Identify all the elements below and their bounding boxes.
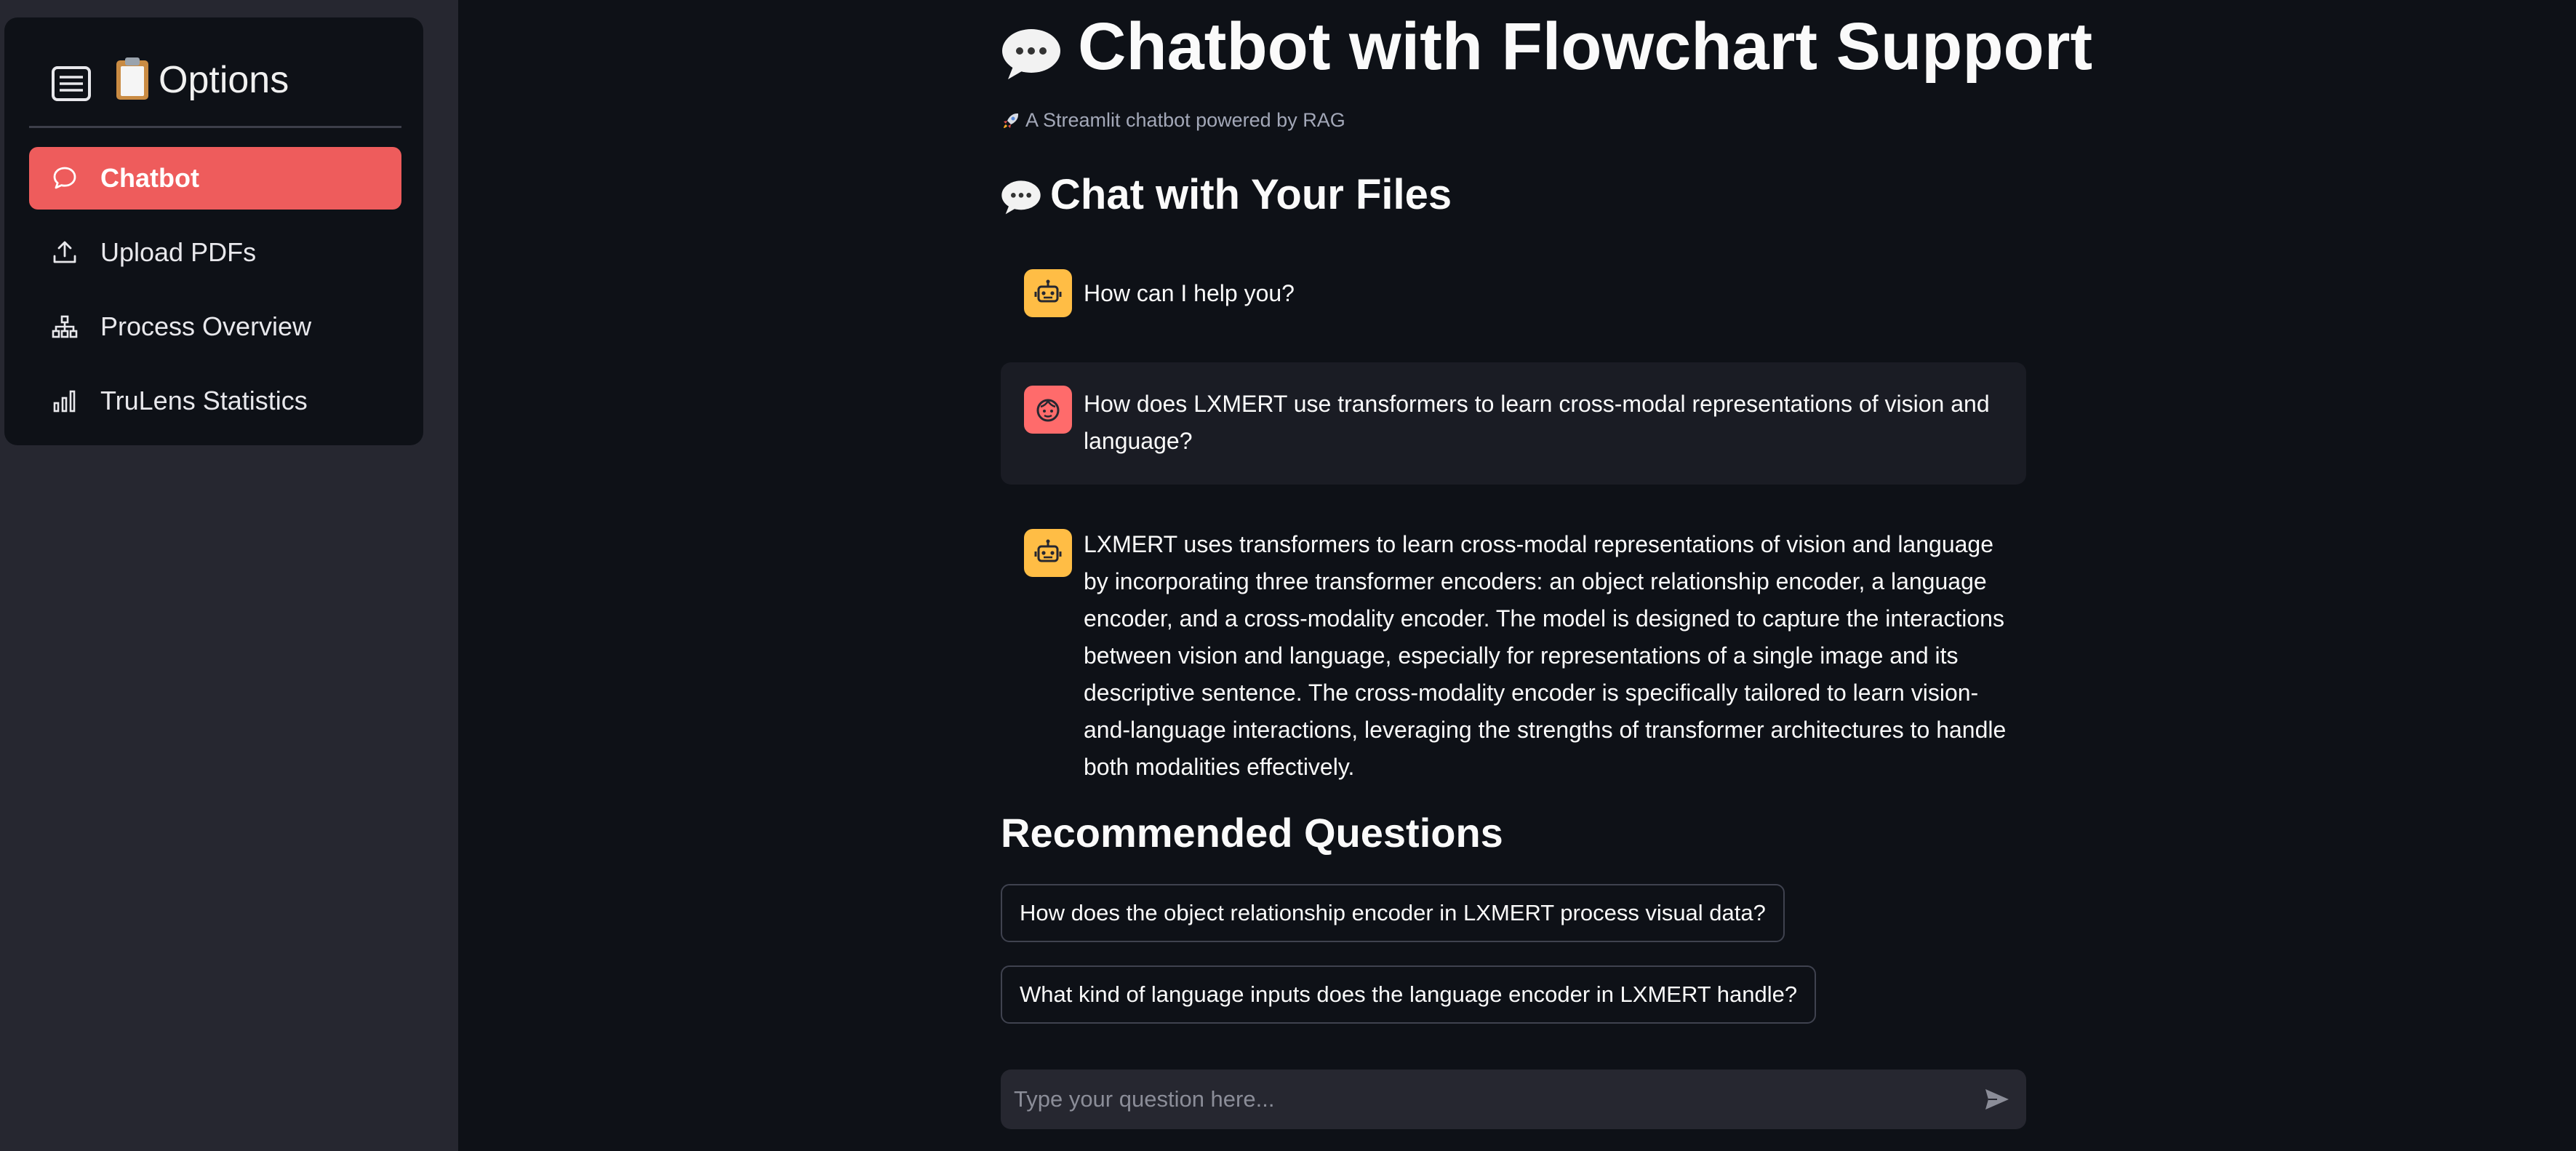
message-text: How can I help you? — [1084, 280, 1295, 306]
question-input[interactable] — [1001, 1070, 1968, 1129]
send-button[interactable] — [1968, 1070, 2026, 1129]
sidebar-item-label: Upload PDFs — [100, 237, 257, 267]
bot-avatar-icon — [1024, 529, 1072, 577]
bar-chart-icon — [53, 390, 76, 413]
subtitle: A Streamlit chatbot powered by RAG — [1001, 109, 1345, 132]
chat-message-assistant: How can I help you? — [1001, 269, 2026, 317]
chat-bubble-icon — [53, 167, 76, 189]
chat-input-bar — [1001, 1070, 2026, 1129]
menu-title: Options — [116, 57, 289, 102]
bot-avatar-icon — [1024, 269, 1072, 317]
upload-icon — [53, 241, 76, 263]
speech-balloon-icon — [1001, 20, 1062, 79]
sidebar-item-label: Process Overview — [100, 311, 312, 341]
list-icon — [52, 66, 91, 101]
chat-message-user: How does LXMERT use transformers to lear… — [1001, 362, 2026, 485]
page-title: Chatbot with Flowchart Support — [1001, 9, 2092, 85]
menu-title-text: Options — [159, 59, 289, 101]
user-avatar-icon — [1024, 386, 1072, 434]
recommended-question-button[interactable]: What kind of language inputs does the la… — [1001, 965, 1817, 1024]
send-icon — [1985, 1089, 2009, 1110]
rocket-icon — [1004, 113, 1018, 128]
message-text: How does LXMERT use transformers to lear… — [1084, 391, 1990, 454]
main-area: Chatbot with Flowchart Support A Streaml… — [458, 0, 2576, 1151]
menu-items: Chatbot Upload PDFs Process Overview Tru… — [29, 147, 401, 444]
sidebar-item-label: Chatbot — [100, 163, 199, 193]
menu-header: Options — [29, 44, 401, 128]
recommended-questions-title: Recommended Questions — [1001, 810, 1503, 856]
message-text: LXMERT uses transformers to learn cross-… — [1084, 531, 2007, 780]
options-menu: Options Chatbot Upload PDFs Process Over… — [4, 17, 423, 445]
diagram-icon — [52, 315, 78, 338]
sidebar-item-process-overview[interactable]: Process Overview — [29, 295, 401, 358]
clipboard-icon — [116, 57, 148, 100]
sidebar-item-trulens-statistics[interactable]: TruLens Statistics — [29, 370, 401, 432]
section-title-text: Chat with Your Files — [1050, 171, 1452, 218]
sidebar: Options Chatbot Upload PDFs Process Over… — [0, 0, 458, 1151]
sidebar-item-chatbot[interactable]: Chatbot — [29, 147, 401, 210]
subtitle-text: A Streamlit chatbot powered by RAG — [1025, 109, 1345, 131]
sidebar-item-label: TruLens Statistics — [100, 386, 308, 415]
section-title: Chat with Your Files — [1001, 170, 1452, 219]
recommended-question-button[interactable]: How does the object relationship encoder… — [1001, 884, 1785, 942]
page-title-text: Chatbot with Flowchart Support — [1078, 9, 2093, 84]
sidebar-item-upload-pdfs[interactable]: Upload PDFs — [29, 221, 401, 284]
chat-message-assistant: LXMERT uses transformers to learn cross-… — [1001, 529, 2026, 780]
speech-balloon-icon — [1001, 177, 1041, 214]
